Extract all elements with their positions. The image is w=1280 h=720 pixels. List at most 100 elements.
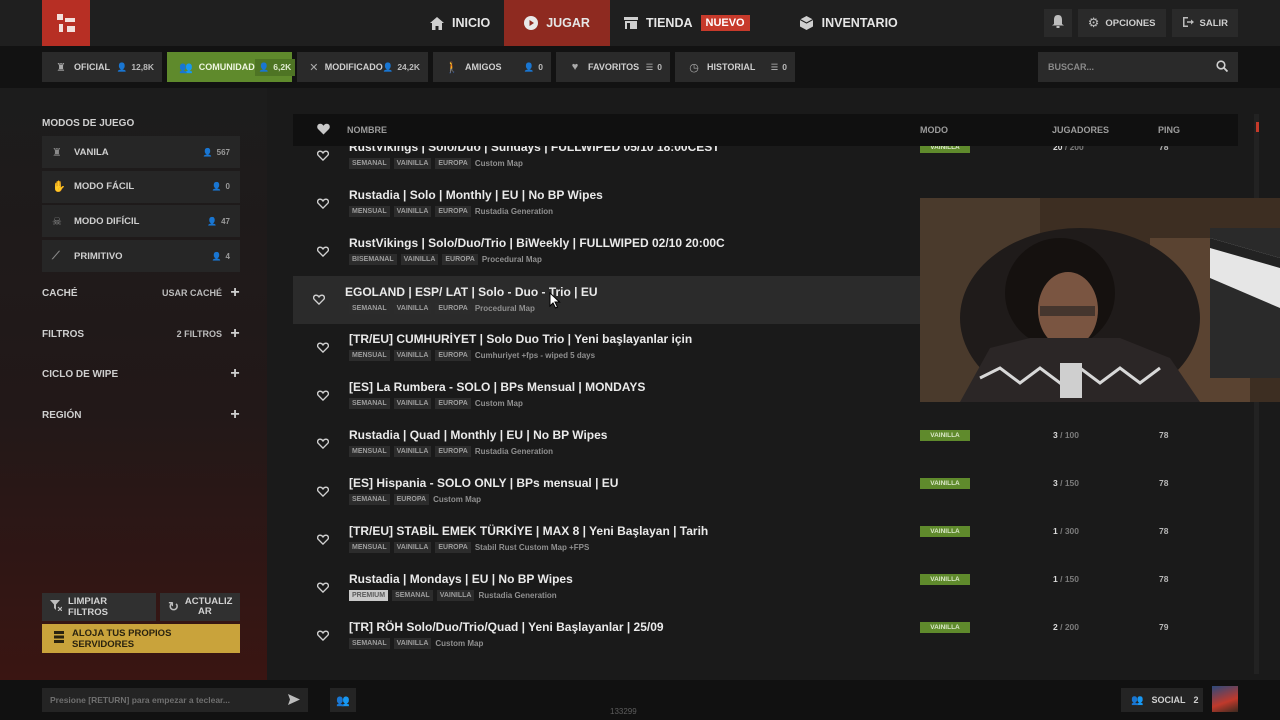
- wipe-cycle-row[interactable]: CICLO DE WIPE +: [42, 364, 240, 384]
- nav-label: INICIO: [452, 16, 491, 30]
- tab-historial[interactable]: ◷ HISTORIAL ☰ 0: [675, 52, 795, 82]
- favorite-heart-icon[interactable]: [316, 388, 331, 402]
- tab-amigos[interactable]: 🚶 AMIGOS 👤 0: [433, 52, 551, 82]
- search-input[interactable]: BUSCAR...: [1038, 52, 1238, 82]
- favorite-heart-icon[interactable]: [316, 148, 331, 162]
- chat-input[interactable]: Presione [RETURN] para empezar a teclear…: [42, 688, 308, 712]
- server-tag: VAINILLA: [393, 350, 432, 361]
- social-button[interactable]: 👥 SOCIAL 2: [1121, 688, 1203, 712]
- notifications-button[interactable]: [1043, 9, 1072, 37]
- clear-filters-button[interactable]: LIMPIAR FILTROS: [42, 593, 156, 621]
- person-icon: 👤: [202, 147, 213, 157]
- nav-jugar[interactable]: JUGAR: [504, 0, 610, 46]
- nav-tienda[interactable]: TIENDA NUEVO: [610, 0, 764, 46]
- favorite-heart-icon[interactable]: [316, 244, 331, 258]
- avatar[interactable]: [1212, 686, 1238, 712]
- favorite-header-icon[interactable]: [317, 123, 330, 137]
- col-players[interactable]: JUGADORES: [1052, 125, 1109, 135]
- mode-primitivo[interactable]: ⟋ PRIMITIVO 👤 4: [42, 240, 240, 273]
- mode-badge: VAINILLA: [920, 478, 970, 489]
- host-servers-button[interactable]: ALOJA TUS PROPIOS SERVIDORES: [42, 624, 240, 653]
- favorite-heart-icon[interactable]: [316, 340, 331, 354]
- exit-button[interactable]: SALIR: [1171, 9, 1238, 37]
- server-name: Rustadia | Solo | Monthly | EU | No BP W…: [349, 188, 603, 202]
- region-row[interactable]: REGIÓN +: [42, 405, 240, 425]
- server-map: Procedural Map: [474, 304, 535, 313]
- tab-oficial[interactable]: ♜ OFICIAL 👤 12,8K: [42, 52, 162, 82]
- table-row[interactable]: [TR/EU] STABİL EMEK TÜRKİYE | MAX 8 | Ye…: [293, 522, 1238, 570]
- mode-badge: VAINILLA: [920, 146, 970, 153]
- server-map: Custom Map: [474, 159, 523, 168]
- ping-value: 78: [1159, 146, 1169, 152]
- table-row[interactable]: [TR] RÖH Solo/Duo/Trio/Quad | Yeni Başla…: [293, 618, 1238, 666]
- home-icon: [430, 16, 444, 30]
- rust-logo[interactable]: [42, 0, 90, 46]
- cache-label: CACHÉ: [42, 287, 78, 299]
- filters-row[interactable]: FILTROS 2 FILTROS +: [42, 324, 240, 344]
- plus-icon[interactable]: +: [230, 325, 240, 343]
- server-tags: MENSUAL VAINILLA EUROPA Cumhuriyet +fps - w…: [349, 350, 595, 361]
- server-tag: VAINILLA: [400, 254, 439, 265]
- mode-count: 👤 567: [203, 148, 230, 157]
- mode-facil[interactable]: ✋ MODO FÁCIL 👤 0: [42, 170, 240, 203]
- favorite-heart-icon[interactable]: [316, 532, 331, 546]
- col-ping[interactable]: PING: [1158, 125, 1180, 135]
- table-row[interactable]: Rustadia | Quad | Monthly | EU | No BP W…: [293, 426, 1238, 474]
- top-bar: INICIO JUGAR TIENDA NUEVO INVENTARIO ⚙ O…: [0, 0, 1280, 46]
- favorite-heart-icon[interactable]: [316, 196, 331, 210]
- favorite-heart-icon[interactable]: [312, 292, 327, 306]
- tab-favoritos[interactable]: ♥ FAVORITOS ☰ 0: [556, 52, 670, 82]
- plus-icon[interactable]: +: [230, 406, 240, 424]
- nav-inventario[interactable]: INVENTARIO: [786, 0, 912, 46]
- cache-row[interactable]: CACHÉ USAR CACHÉ +: [42, 283, 240, 303]
- table-row[interactable]: Rustadia | Mondays | EU | No BP Wipes PRE…: [293, 570, 1238, 618]
- server-tag: EUROPA: [435, 303, 471, 314]
- mode-vanila[interactable]: ♜ VANILA 👤 567: [42, 136, 240, 168]
- server-tags: SEMANAL VAINILLA EUROPA Custom Map: [349, 398, 523, 409]
- search-icon[interactable]: [1216, 60, 1229, 74]
- server-tag: MENSUAL: [349, 446, 390, 457]
- mode-count-value: 47: [221, 216, 230, 226]
- exit-label: SALIR: [1199, 17, 1229, 29]
- list-icon: ☰: [645, 61, 654, 72]
- tab-count-value: 6,2K: [273, 62, 292, 72]
- col-mode[interactable]: MODO: [920, 125, 948, 135]
- tab-count-value: 0: [782, 62, 787, 72]
- add-friend-button[interactable]: 👥: [330, 688, 356, 712]
- favorite-heart-icon[interactable]: [316, 436, 331, 450]
- players-current: 20: [1053, 146, 1063, 152]
- favorite-heart-icon[interactable]: [316, 484, 331, 498]
- tab-modificado[interactable]: ✕ MODIFICADO 👤 24,2K: [297, 52, 428, 82]
- filters-value: 2 FILTROS: [176, 329, 222, 339]
- server-name: [TR] RÖH Solo/Duo/Trio/Quad | Yeni Başla…: [349, 620, 664, 634]
- server-map: Custom Map: [433, 495, 482, 504]
- plus-icon[interactable]: +: [230, 284, 240, 302]
- refresh-button[interactable]: ↻ ACTUALIZ AR: [160, 593, 240, 621]
- mode-count-value: 0: [225, 182, 230, 192]
- tab-comunidad[interactable]: 👥 COMUNIDAD 👤 6,2K: [167, 52, 296, 82]
- favorite-heart-icon[interactable]: [316, 580, 331, 594]
- scrollbar-thumb[interactable]: [1256, 122, 1259, 132]
- player-count: 2 / 200: [1053, 622, 1079, 632]
- mode-dificil[interactable]: ☠ MODO DIFÍCIL 👤 47: [42, 205, 240, 238]
- players-current: 3: [1053, 430, 1058, 440]
- table-row[interactable]: RustVikings | Solo/Duo | Sundays | FULLW…: [293, 146, 1238, 186]
- webcam-overlay: [920, 198, 1280, 402]
- skull-icon: ☠: [52, 215, 62, 228]
- nav-inicio[interactable]: INICIO: [416, 0, 504, 46]
- filters-label: FILTROS: [42, 328, 85, 340]
- server-tags: SEMANAL EUROPA Custom Map: [349, 494, 481, 505]
- server-name: [ES] Hispania - SOLO ONLY | BPs mensual …: [349, 476, 619, 490]
- table-row[interactable]: [ES] Hispania - SOLO ONLY | BPs mensual …: [293, 474, 1238, 522]
- send-icon[interactable]: [288, 693, 300, 707]
- options-button[interactable]: ⚙ OPCIONES: [1077, 9, 1166, 37]
- main-nav: INICIO JUGAR TIENDA NUEVO INVENTARIO: [416, 0, 912, 46]
- server-category-bar: ♜ OFICIAL 👤 12,8K 👥 COMUNIDAD 👤 6,2K ✕ MOD…: [0, 46, 1280, 88]
- server-tag: EUROPA: [435, 158, 471, 169]
- wipe-label: CICLO DE WIPE: [42, 368, 119, 380]
- col-name[interactable]: NOMBRE: [347, 125, 387, 135]
- player-count: 1 / 300: [1053, 526, 1079, 536]
- server-tag: SEMANAL: [349, 158, 390, 169]
- favorite-heart-icon[interactable]: [316, 628, 331, 642]
- plus-icon[interactable]: +: [230, 365, 240, 383]
